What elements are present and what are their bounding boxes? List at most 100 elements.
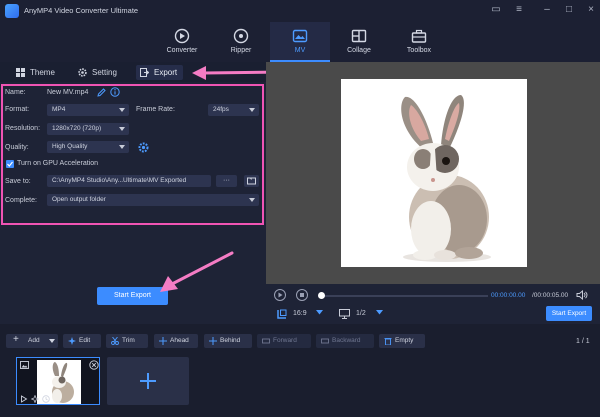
- subtab-export[interactable]: Export: [136, 65, 184, 80]
- checkmark-icon: [7, 161, 13, 167]
- forward-label: Forward: [273, 337, 297, 344]
- toolbox-icon: [411, 29, 427, 43]
- ripper-icon: [233, 28, 249, 44]
- name-value[interactable]: New MV.mp4: [47, 89, 88, 96]
- format-select[interactable]: MP4: [47, 104, 129, 116]
- timeline-clip[interactable]: [16, 357, 100, 405]
- aspect-ratio-value[interactable]: 16:9: [293, 310, 307, 317]
- remove-clip-icon[interactable]: [89, 360, 99, 370]
- collage-icon: [351, 29, 367, 43]
- plus-icon: +: [13, 334, 19, 345]
- resolution-select[interactable]: 1280x720 (720p): [47, 123, 129, 135]
- tab-toolbox-label: Toolbox: [406, 47, 432, 54]
- add-label: Add: [28, 337, 40, 344]
- quality-select[interactable]: High Quality: [47, 141, 129, 153]
- ahead-label: Ahead: [170, 337, 189, 344]
- tab-converter[interactable]: Converter: [152, 22, 212, 62]
- edit-button[interactable]: Edit: [63, 334, 101, 348]
- forward-icon: [262, 338, 270, 344]
- subtab-setting[interactable]: Setting: [74, 65, 123, 80]
- quality-value: High Quality: [52, 143, 88, 150]
- tab-mv-label: MV: [294, 47, 306, 54]
- stop-button[interactable]: [296, 289, 308, 301]
- tab-ripper[interactable]: Ripper: [211, 22, 271, 62]
- converter-icon: [174, 28, 190, 44]
- save-to-label: Save to:: [5, 178, 31, 185]
- trim-button[interactable]: Trim: [106, 334, 148, 348]
- chevron-down-icon[interactable]: [376, 310, 383, 315]
- empty-button[interactable]: Empty: [379, 334, 425, 348]
- add-clip-button[interactable]: [107, 357, 189, 405]
- theme-grid-icon: [16, 68, 25, 77]
- preview-frame: [341, 79, 527, 267]
- subtab-setting-label: Setting: [92, 68, 117, 77]
- chevron-down-icon[interactable]: [316, 310, 323, 315]
- image-icon: [20, 361, 29, 369]
- gpu-label: Turn on GPU Acceleration: [17, 160, 99, 167]
- annotation-arrow-start-export: [160, 251, 234, 292]
- subtab-export-label: Export: [154, 68, 178, 77]
- subtab-theme[interactable]: Theme: [12, 65, 61, 80]
- stop-icon: [300, 293, 304, 297]
- plus-icon: [140, 373, 156, 389]
- frame-rate-label: Frame Rate:: [136, 106, 175, 113]
- close-icon[interactable]: ×: [584, 3, 598, 17]
- progress-track[interactable]: [320, 295, 488, 297]
- page-count: 1 / 1: [576, 338, 590, 345]
- ahead-button[interactable]: Ahead: [154, 334, 198, 348]
- gear-icon: [78, 68, 87, 77]
- gpu-checkbox[interactable]: [6, 160, 14, 168]
- play-button[interactable]: [274, 289, 286, 301]
- edit-label: Edit: [79, 337, 91, 344]
- frame-rate-select[interactable]: 24fps: [208, 104, 259, 116]
- feedback-icon[interactable]: ▭: [489, 3, 503, 17]
- trash-icon: [384, 338, 392, 345]
- app-logo: [5, 4, 19, 18]
- behind-button[interactable]: Behind: [204, 334, 252, 348]
- complete-value: Open output folder: [52, 196, 106, 203]
- complete-select[interactable]: Open output folder: [47, 194, 259, 206]
- tab-collage-label: Collage: [347, 47, 371, 54]
- edit-star-icon: [68, 337, 76, 345]
- trim-label: Trim: [122, 337, 135, 344]
- name-label: Name:: [5, 89, 26, 96]
- tab-collage[interactable]: Collage: [329, 22, 389, 62]
- tab-mv[interactable]: MV: [270, 22, 330, 62]
- effect-star-icon[interactable]: [31, 395, 39, 403]
- browse-button[interactable]: ···: [216, 175, 237, 187]
- screen-value[interactable]: 1/2: [356, 310, 366, 317]
- forward-button[interactable]: Forward: [257, 334, 311, 348]
- volume-icon[interactable]: [576, 290, 588, 300]
- save-path-field[interactable]: C:\AnyMP4 Studio\Any...Ultimate\MV Expor…: [47, 175, 211, 187]
- play-icon[interactable]: [20, 395, 28, 403]
- window-title: AnyMP4 Video Converter Ultimate: [24, 6, 139, 15]
- complete-label: Complete:: [5, 197, 37, 204]
- info-icon[interactable]: [110, 87, 120, 97]
- total-time: /00:00:05.00: [532, 292, 569, 299]
- backward-icon: [321, 338, 329, 344]
- export-icon: [140, 68, 149, 77]
- folder-icon: [247, 177, 256, 185]
- progress-knob[interactable]: [318, 292, 325, 299]
- maximize-icon[interactable]: □: [562, 3, 576, 17]
- scissors-icon: [111, 337, 119, 345]
- current-time: 00:00:00.00: [491, 292, 526, 299]
- quality-gear-icon[interactable]: [138, 142, 149, 153]
- menu-icon[interactable]: ≡: [512, 3, 526, 17]
- format-value: MP4: [52, 106, 66, 113]
- tab-toolbox[interactable]: Toolbox: [389, 22, 449, 62]
- rabbit-image: [401, 95, 491, 262]
- chevron-down-icon: [119, 108, 125, 112]
- frame-rate-value: 24fps: [213, 106, 229, 113]
- player-start-export-button[interactable]: Start Export: [546, 306, 592, 321]
- backward-button[interactable]: Backward: [316, 334, 374, 348]
- chevron-down-icon: [49, 339, 55, 343]
- edit-pencil-icon[interactable]: [97, 88, 106, 97]
- open-folder-button[interactable]: [244, 175, 259, 187]
- save-path-value: C:\AnyMP4 Studio\Any...Ultimate\MV Expor…: [52, 177, 187, 184]
- add-button[interactable]: + Add: [6, 334, 58, 348]
- minimize-icon[interactable]: –: [540, 3, 554, 17]
- clock-icon[interactable]: [42, 395, 50, 403]
- tab-converter-label: Converter: [166, 47, 198, 54]
- backward-label: Backward: [332, 337, 361, 344]
